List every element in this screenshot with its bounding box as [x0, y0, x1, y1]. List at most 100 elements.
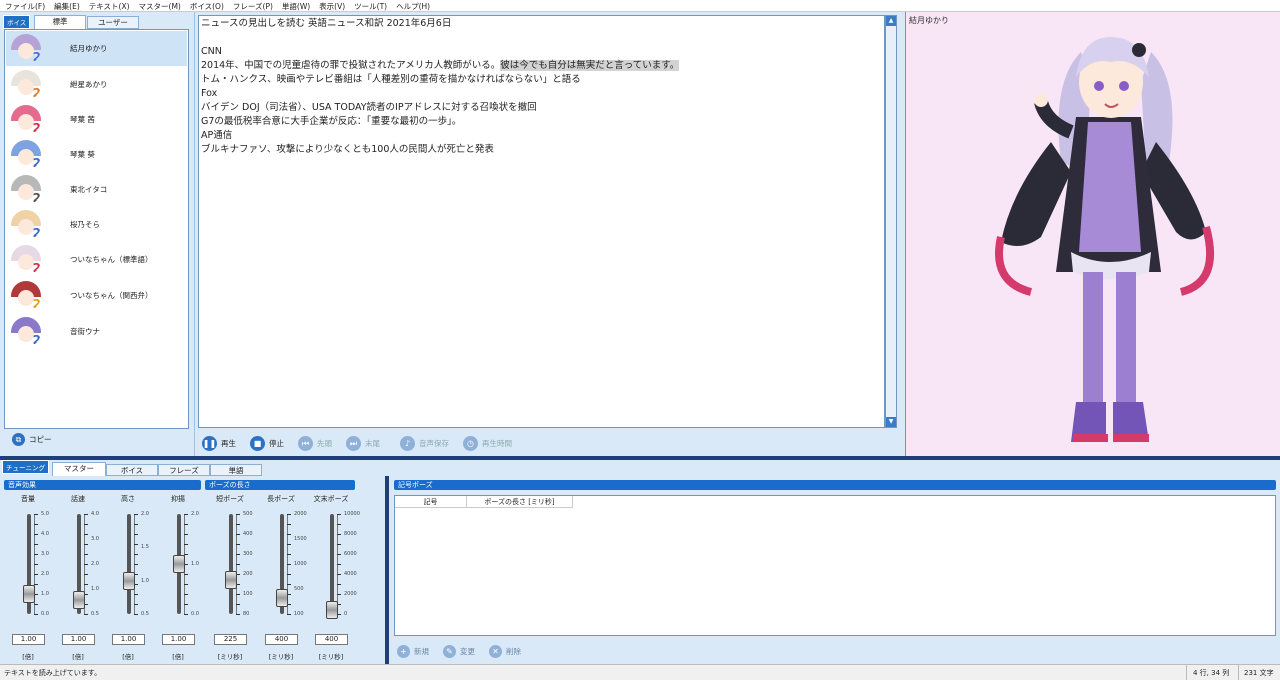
list-item[interactable]: 2 紲星あかり [6, 67, 187, 102]
slider-value-field[interactable]: 1.00 [112, 634, 145, 645]
slider-column: 長ポーズ 2000 1500 1000 500 100 400 [ミリ秒] [256, 494, 307, 664]
slider-tick-label: 1.0 [91, 586, 99, 592]
slider-value-field[interactable]: 225 [214, 634, 247, 645]
slider-tick-label: 8000 [344, 531, 357, 537]
char-count: 231 文字 [1238, 665, 1280, 680]
slider-scale: 500 400 300 200 100 80 [236, 511, 253, 617]
new-icon: + [397, 645, 410, 658]
slider-tick [34, 514, 38, 515]
menu-help[interactable]: ヘルプ(H) [391, 0, 434, 11]
menu-text[interactable]: テキスト(X) [84, 0, 134, 11]
text-line: ニュースの見出しを読む 英語ニュース和訳 2021年6月6日 [201, 18, 452, 29]
slider-value-field[interactable]: 1.00 [12, 634, 45, 645]
slider-thumb[interactable] [173, 555, 185, 573]
slider-tick [287, 574, 291, 575]
list-item[interactable]: 2 音街ウナ [6, 314, 187, 349]
menu-file[interactable]: ファイル(F) [0, 0, 49, 11]
slider-tick [84, 564, 88, 565]
list-item[interactable]: 2 結月ゆかり [6, 31, 187, 66]
voice-name: 音街ウナ [70, 327, 100, 336]
menu-view[interactable]: 表示(V) [314, 0, 349, 11]
slider-thumb[interactable] [225, 571, 237, 589]
menu-edit[interactable]: 編集(E) [49, 0, 84, 11]
delete-button[interactable]: 削除 [506, 646, 521, 657]
tab-word[interactable]: 単語 [210, 464, 262, 476]
go-end-button[interactable]: ⏭ 末尾 [346, 435, 380, 451]
slider-track[interactable] [330, 514, 334, 614]
menu-phrase[interactable]: フレーズ(P) [228, 0, 277, 11]
save-audio-label: 音声保存 [419, 438, 449, 448]
text-editor[interactable]: ニュースの見出しを読む 英語ニュース和訳 2021年6月6日 CNN 2014年… [198, 15, 885, 428]
slider-thumb[interactable] [276, 589, 288, 607]
slider-unit: [倍] [172, 653, 184, 661]
slider-thumb[interactable] [326, 601, 338, 619]
menu-master[interactable]: マスター(M) [134, 0, 185, 11]
slider-tick [84, 614, 88, 615]
list-item[interactable]: 2 東北イタコ [6, 172, 187, 207]
slider-track[interactable] [127, 514, 131, 614]
voice-name: 琴葉 葵 [70, 150, 95, 159]
list-item[interactable]: 2 ついなちゃん（標準語） [6, 242, 187, 277]
slider-track[interactable] [229, 514, 233, 614]
slider-tick [134, 594, 138, 595]
list-item[interactable]: 2 桜乃そら [6, 207, 187, 242]
play-time-button[interactable]: ◷ 再生時間 [463, 435, 512, 451]
slider-thumb[interactable] [123, 572, 135, 590]
column-header-pause-length[interactable]: ポーズの長さ [ミリ秒] [467, 496, 573, 508]
slider-tick [337, 524, 341, 525]
symbol-pause-table[interactable]: 記号 ポーズの長さ [ミリ秒] [394, 495, 1276, 636]
scroll-up-icon[interactable]: ▲ [886, 16, 896, 26]
menu-voice[interactable]: ボイス(O) [185, 0, 228, 11]
slider-tick [184, 594, 188, 595]
slider-label: 短ポーズ [216, 495, 244, 503]
slider-tick [236, 524, 240, 525]
slider-label: 音量 [21, 495, 35, 503]
slider-thumb[interactable] [23, 585, 35, 603]
text-line: Fox [201, 88, 218, 99]
tab-user[interactable]: ユーザー [87, 16, 139, 29]
avatar: 2 [11, 174, 41, 205]
tab-phrase[interactable]: フレーズ [158, 464, 210, 476]
slider-tick [337, 544, 341, 545]
play-button[interactable]: ❚❚ 再生 [202, 435, 236, 451]
slider-tick-label: 500 [243, 511, 253, 517]
slider-value-field[interactable]: 400 [315, 634, 348, 645]
tab-master[interactable]: マスター [52, 462, 106, 476]
stop-button[interactable]: ■ 停止 [250, 435, 284, 451]
slider-tick [236, 564, 240, 565]
edit-button[interactable]: 変更 [460, 646, 475, 657]
slider-tick [337, 574, 341, 575]
slider-value-field[interactable]: 1.00 [62, 634, 95, 645]
list-item[interactable]: 2 琴葉 葵 [6, 137, 187, 172]
slider-value-field[interactable]: 400 [265, 634, 298, 645]
scroll-down-icon[interactable]: ▼ [886, 417, 896, 427]
text-line-main: 2014年、中国での児童虐待の罪で投獄されたアメリカ人教師がいる。 [201, 60, 501, 71]
copy-button[interactable]: ⧉ コピー [12, 433, 52, 446]
menu-word[interactable]: 単語(W) [277, 0, 314, 11]
slider-tick-label: 2000 [294, 511, 307, 517]
slider-tick-label: 4000 [344, 571, 357, 577]
slider-tick [184, 534, 188, 535]
slider-tick-label: 1.0 [141, 577, 149, 584]
column-header-symbol[interactable]: 記号 [395, 496, 467, 508]
slider-tick-label: 1500 [294, 536, 307, 542]
slider-tick [134, 534, 138, 535]
tab-standard[interactable]: 標準 [34, 15, 86, 29]
tab-voice[interactable]: ボイス [106, 464, 158, 476]
menu-tools[interactable]: ツール(T) [349, 0, 391, 11]
go-start-button[interactable]: ⏮ 先頭 [298, 435, 332, 451]
slider-tick [287, 514, 291, 515]
text-scrollbar[interactable]: ▲ ▼ [885, 15, 897, 428]
slider-tick-label: 400 [243, 531, 253, 537]
slider-unit: [倍] [22, 653, 34, 661]
slider-value-field[interactable]: 1.00 [162, 634, 195, 645]
slider-unit: [倍] [122, 653, 134, 661]
list-item[interactable]: 2 ついなちゃん（関西弁） [6, 278, 187, 313]
save-audio-button[interactable]: ♪ 音声保存 [400, 435, 449, 451]
edit-icon: ✎ [443, 645, 456, 658]
list-item[interactable]: 2 琴葉 茜 [6, 102, 187, 137]
slider-thumb[interactable] [73, 591, 85, 609]
slider-tick-label: 0 [344, 611, 348, 617]
voice-name: 琴葉 茜 [70, 115, 95, 124]
new-button[interactable]: 新規 [414, 646, 429, 657]
